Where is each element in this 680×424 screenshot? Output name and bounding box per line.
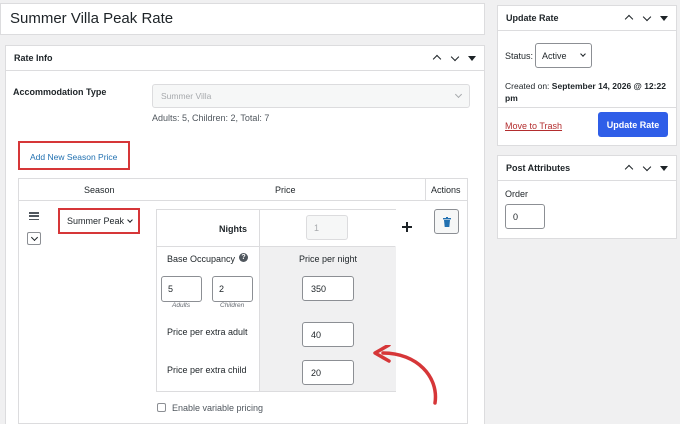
season-select[interactable]: Summer Peak — [62, 211, 136, 231]
trash-icon — [443, 217, 451, 227]
extra-adult-label: Price per extra adult — [167, 327, 248, 337]
nights-label: Nights — [219, 224, 247, 234]
move-up-icon[interactable] — [432, 53, 442, 63]
add-new-season-price-button[interactable]: Add New Season Price — [30, 152, 117, 162]
adults-label: Adults — [172, 302, 191, 309]
children-input[interactable]: 2 — [212, 276, 253, 302]
help-icon[interactable]: ? — [239, 253, 248, 262]
update-rate-header: Update Rate — [498, 6, 676, 31]
created-on-label: Created on: — [505, 81, 550, 91]
accommodation-type-select: Summer Villa — [152, 84, 470, 108]
base-occupancy-label: Base Occupancy — [167, 254, 236, 264]
post-title-input[interactable]: Summer Villa Peak Rate — [0, 3, 485, 35]
variable-pricing-label: Enable variable pricing — [172, 403, 264, 413]
move-up-icon[interactable] — [624, 13, 634, 23]
move-to-trash-link[interactable]: Move to Trash — [505, 121, 562, 131]
toggle-panel-icon[interactable] — [660, 166, 668, 171]
curved-arrow-icon — [373, 345, 438, 405]
row-collapse-button[interactable] — [27, 232, 41, 245]
variable-pricing-checkbox[interactable] — [157, 403, 166, 412]
status-label: Status: — [505, 51, 534, 61]
update-rate-divider — [498, 107, 676, 108]
price-grid-row-divider — [157, 246, 395, 247]
extra-child-label: Price per extra child — [167, 365, 247, 375]
children-value: 2 — [219, 284, 225, 294]
rate-info-heading: Rate Info — [14, 53, 53, 63]
chevron-down-icon — [454, 90, 463, 99]
table-header-divider — [425, 179, 426, 201]
toggle-panel-icon[interactable] — [468, 56, 476, 61]
update-rate-button[interactable]: Update Rate — [598, 112, 668, 137]
drag-handle-icon[interactable] — [29, 212, 39, 221]
capacity-note: Adults: 5, Children: 2, Total: 7 — [152, 113, 270, 123]
extra-child-input[interactable]: 20 — [302, 360, 354, 385]
update-rate-heading: Update Rate — [506, 13, 559, 23]
move-down-icon[interactable] — [642, 163, 652, 173]
chevron-down-icon — [127, 216, 133, 223]
season-select-value: Summer Peak — [67, 216, 125, 226]
accommodation-type-label: Accommodation Type — [13, 87, 107, 97]
status-select[interactable]: Active — [535, 43, 592, 68]
children-label: Children — [220, 302, 245, 309]
nights-input: 1 — [306, 215, 348, 240]
order-label: Order — [505, 189, 529, 199]
delete-season-button[interactable] — [434, 209, 459, 234]
move-up-icon[interactable] — [624, 163, 634, 173]
price-per-night-value: 350 — [311, 283, 327, 294]
accommodation-type-value: Summer Villa — [161, 91, 212, 101]
price-per-night-label: Price per night — [299, 254, 358, 264]
adults-input[interactable]: 5 — [161, 276, 202, 302]
adults-value: 5 — [168, 284, 174, 294]
extra-adult-input[interactable]: 40 — [302, 322, 354, 347]
post-attributes-heading: Post Attributes — [506, 163, 571, 173]
order-input[interactable]: 0 — [505, 204, 545, 229]
chevron-down-icon — [30, 233, 38, 241]
move-down-icon[interactable] — [450, 53, 460, 63]
column-season: Season — [84, 185, 115, 195]
move-down-icon[interactable] — [642, 13, 652, 23]
status-value: Active — [542, 50, 567, 61]
extra-child-value: 20 — [311, 367, 322, 378]
order-value: 0 — [513, 211, 519, 222]
extra-adult-value: 40 — [311, 329, 322, 340]
column-price: Price — [275, 185, 296, 195]
toggle-panel-icon[interactable] — [660, 16, 668, 21]
rate-info-header: Rate Info — [6, 46, 484, 71]
nights-value: 1 — [314, 222, 320, 233]
column-actions: Actions — [431, 185, 461, 195]
post-attributes-header: Post Attributes — [498, 156, 676, 181]
plus-icon[interactable] — [402, 222, 412, 232]
created-on-text: Created on: September 14, 2026 @ 12:22 p… — [505, 80, 673, 104]
chevron-down-icon — [580, 51, 586, 57]
price-per-night-input[interactable]: 350 — [302, 276, 354, 301]
